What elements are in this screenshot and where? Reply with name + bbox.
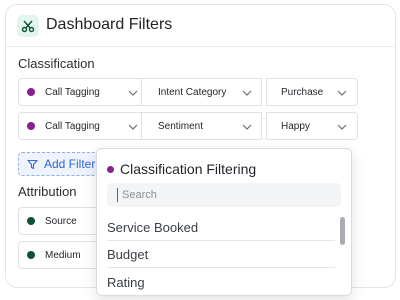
- card-header: Dashboard Filters: [6, 5, 395, 47]
- status-dot: [27, 217, 35, 225]
- add-filter-label: Add Filter: [44, 157, 96, 171]
- status-dot: [27, 88, 35, 96]
- text-caret: [117, 188, 118, 202]
- status-dot: [27, 251, 35, 259]
- chevron-down-icon: [242, 124, 252, 130]
- search-placeholder: Search: [122, 189, 157, 201]
- field-select[interactable]: Call Tagging: [18, 78, 142, 106]
- dropdown-title-label: Classification Filtering: [120, 161, 257, 177]
- value-select-value: Happy: [281, 120, 310, 132]
- chevron-down-icon: [242, 90, 252, 96]
- classification-filtering-dropdown: Classification Filtering Search Service …: [96, 148, 352, 296]
- category-select[interactable]: Intent Category: [141, 78, 262, 106]
- field-select-value: Call Tagging: [45, 86, 100, 98]
- chevron-down-icon: [337, 124, 347, 130]
- category-select-value: Sentiment: [158, 120, 204, 132]
- chevron-down-icon: [128, 124, 138, 130]
- status-dot: [107, 165, 114, 173]
- status-dot: [27, 122, 35, 130]
- dropdown-scrollbar[interactable]: [340, 217, 346, 293]
- add-filter-button[interactable]: Add Filter: [18, 152, 98, 176]
- value-select-value: Purchase: [281, 86, 324, 98]
- filter-icon: [27, 159, 38, 169]
- category-select-value: Intent Category: [158, 86, 227, 98]
- scissors-icon: [17, 15, 39, 37]
- category-select[interactable]: Sentiment: [141, 112, 262, 140]
- value-select[interactable]: Happy: [266, 112, 358, 140]
- attribution-section-title: Attribution: [18, 184, 77, 199]
- chevron-down-icon: [337, 90, 347, 96]
- value-select[interactable]: Purchase: [266, 78, 358, 106]
- dropdown-title: Classification Filtering: [107, 161, 256, 177]
- dropdown-option[interactable]: Rating: [107, 269, 335, 295]
- scrollbar-thumb[interactable]: [340, 217, 345, 245]
- classification-section-title: Classification: [18, 56, 95, 71]
- field-select-value: Source: [45, 215, 77, 227]
- page-title: Dashboard Filters: [46, 16, 173, 33]
- chevron-down-icon: [128, 90, 138, 96]
- field-select-value: Medium: [45, 249, 81, 261]
- field-select[interactable]: Call Tagging: [18, 112, 142, 140]
- field-select-value: Call Tagging: [45, 120, 100, 132]
- dropdown-option[interactable]: Service Booked: [107, 215, 335, 241]
- dropdown-option[interactable]: Budget: [107, 242, 335, 268]
- search-input[interactable]: Search: [107, 183, 341, 207]
